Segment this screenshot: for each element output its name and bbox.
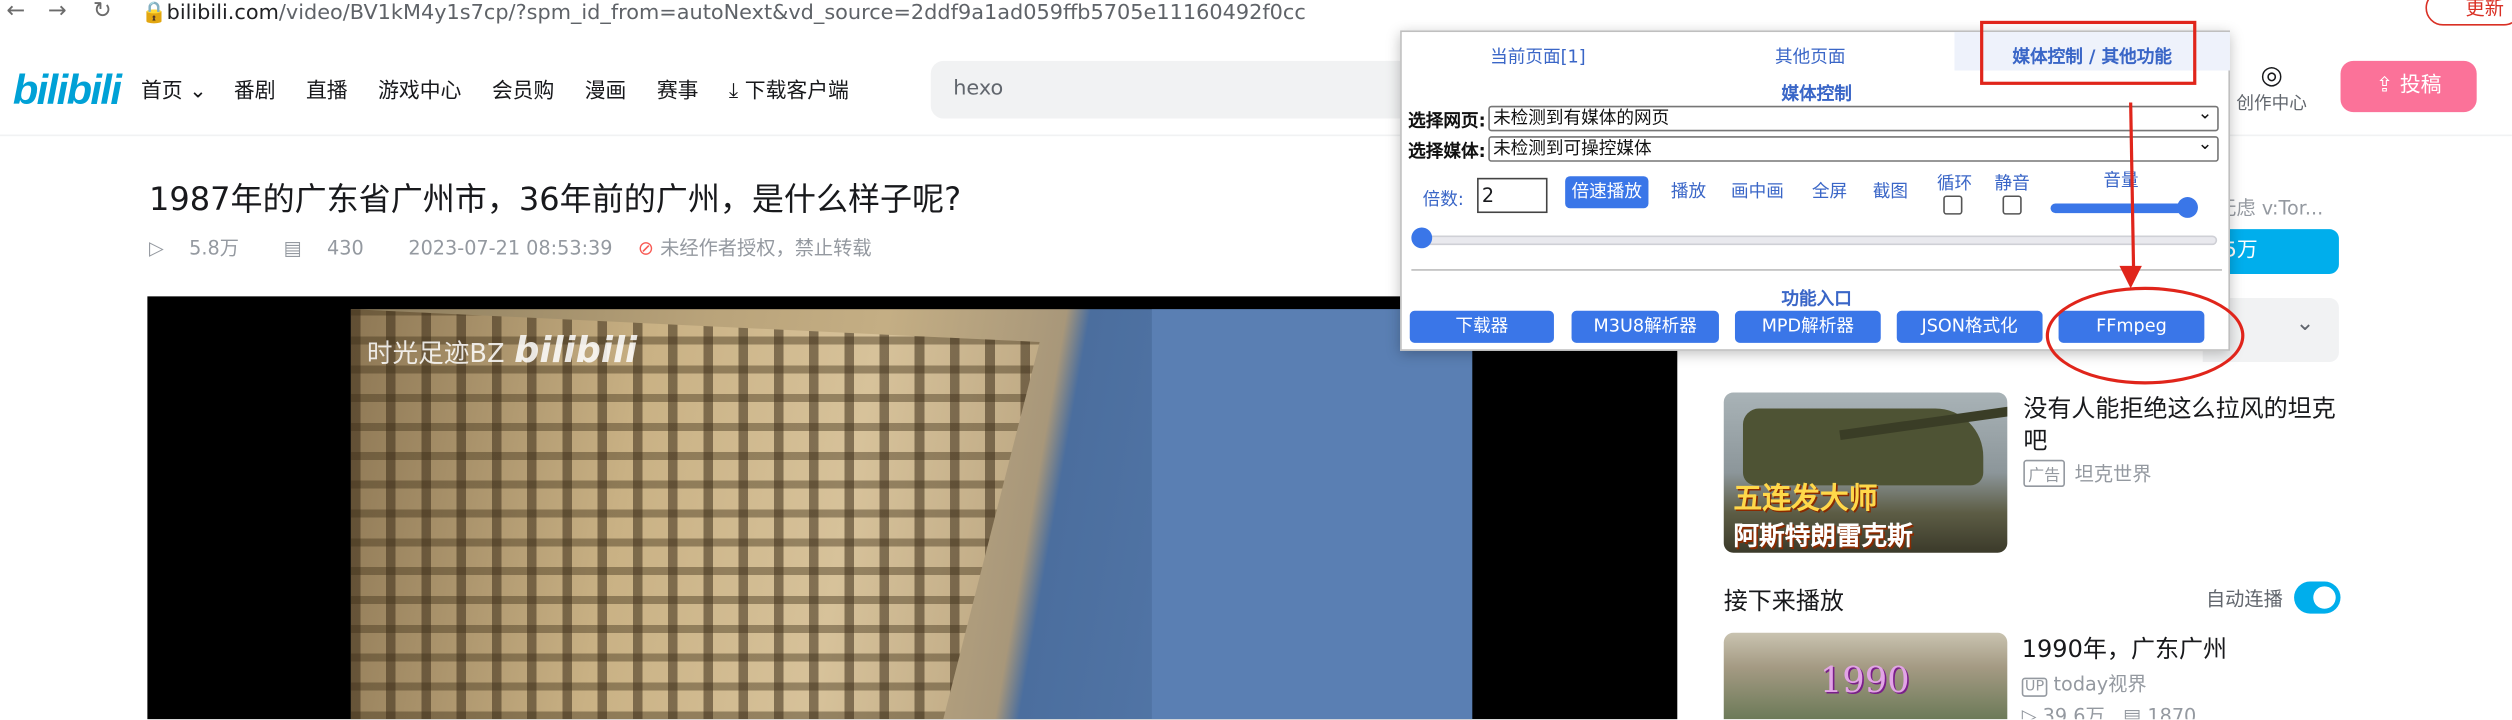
nav-download-client[interactable]: ⤓ 下载客户端	[729, 74, 849, 104]
select-media-dropdown[interactable]: 未检测到可操控媒体	[1488, 133, 2219, 162]
select-media-row: 选择媒体:	[1408, 138, 1486, 164]
divider	[1411, 269, 2222, 271]
tank-image	[1742, 408, 1984, 486]
uploader-info[interactable]: 无虑 v:Tor...	[2217, 194, 2323, 221]
m3u8-parser-button[interactable]: M3U8解析器	[1571, 310, 1719, 343]
nav-live[interactable]: 直播	[306, 74, 348, 104]
post-button[interactable]: ⇪ 投稿	[2340, 60, 2477, 113]
ad-source: 广告 坦克世界	[2023, 459, 2152, 488]
tab-other-pages[interactable]: 其他页面	[1754, 43, 1866, 69]
url-host: bilibili.com	[166, 1, 279, 26]
loop-checkbox[interactable]	[1943, 195, 1963, 215]
progress-slider-thumb[interactable]	[1411, 227, 1433, 249]
video-meta: ▷ 5.8万 ▤ 430 2023-07-21 08:53:39 ⊘ 未经作者授…	[149, 234, 910, 261]
video-player[interactable]: 时光足迹BZ bilibili	[147, 296, 1678, 720]
rec-stats: ▷ 39.6万 ▤ 1870	[2021, 702, 2197, 720]
annotation-box	[1980, 20, 2197, 85]
video-watermark: 时光足迹BZ bilibili	[366, 331, 638, 372]
ad-thumb-line2: 阿斯特朗雷克斯	[1733, 520, 1913, 552]
danmaku-icon: ▤	[283, 237, 302, 260]
video-frame: 时光足迹BZ bilibili	[350, 309, 1473, 720]
select-media-label: 选择媒体:	[1408, 140, 1486, 162]
annotation-oval	[2045, 286, 2245, 385]
select-page-row: 选择网页:	[1408, 107, 1486, 133]
lightbulb-icon: ◎	[2260, 59, 2283, 90]
ad-tag: 广告	[2023, 459, 2065, 488]
screenshot-button[interactable]: 截图	[1866, 176, 1914, 208]
play-icon: ▷	[2021, 704, 2037, 720]
pip-button[interactable]: 画中画	[1725, 176, 1789, 208]
forbidden-icon: ⊘	[637, 237, 654, 260]
json-format-button[interactable]: JSON格式化	[1896, 310, 2043, 343]
ad-thumbnail[interactable]: 五连发大师 阿斯特朗雷克斯	[1723, 392, 2008, 553]
forward-icon[interactable]: →	[48, 0, 67, 24]
mpd-parser-button[interactable]: MPD解析器	[1734, 310, 1881, 343]
volume-slider-thumb[interactable]	[2177, 197, 2198, 218]
view-count: ▷ 5.8万	[148, 237, 239, 260]
ad-title[interactable]: 没有人能拒绝这么拉风的坦克吧	[2023, 392, 2343, 456]
downloader-button[interactable]: 下载器	[1409, 310, 1554, 343]
volume-slider[interactable]	[2050, 203, 2192, 214]
back-icon[interactable]: ←	[6, 0, 25, 24]
url-path: /video/BV1kM4y1s7cp/?spm_id_from=autoNex…	[278, 1, 1306, 26]
rate-input[interactable]: 2	[1477, 177, 1548, 214]
ad-card[interactable]: 五连发大师 阿斯特朗雷克斯 没有人能拒绝这么拉风的坦克吧 广告 坦克世界	[1723, 392, 2339, 553]
fullscreen-button[interactable]: 全屏	[1805, 176, 1853, 208]
mute-label: 静音	[1994, 173, 2030, 194]
autoplay-toggle[interactable]	[2294, 581, 2341, 614]
nav-vip-shop[interactable]: 会员购	[492, 74, 555, 104]
reload-icon[interactable]: ↻	[93, 0, 112, 24]
up-next-header: 接下来播放	[1723, 586, 1844, 616]
video-title: 1987年的广东省广州市，36年前的广州，是什么样子呢?	[148, 179, 962, 218]
sky	[1151, 309, 1473, 720]
nav-esports[interactable]: 赛事	[657, 74, 699, 104]
loop-label: 循环	[1936, 173, 1973, 194]
mute-checkbox[interactable]	[2002, 195, 2022, 215]
url-field[interactable]: 🔒bilibili.com/video/BV1kM4y1s7cp/?spm_id…	[141, 2, 2079, 28]
rec-thumb-text: 1990	[1819, 661, 1910, 702]
play-button[interactable]: 播放	[1664, 176, 1712, 208]
nav-game-center[interactable]: 游戏中心	[378, 74, 461, 104]
play-icon: ▷	[148, 237, 164, 260]
autoplay-label: 自动连播	[2205, 587, 2283, 611]
rec-title[interactable]: 1990年，广东广州	[2022, 631, 2227, 665]
update-label: 更新	[2465, 0, 2504, 20]
progress-slider[interactable]	[1420, 235, 2218, 246]
speed-play-button[interactable]: 倍速播放	[1565, 176, 1649, 209]
nav-anime[interactable]: 番剧	[234, 74, 276, 104]
nav-home[interactable]: 首页 ⌄	[141, 74, 207, 104]
up-icon: UP	[2021, 677, 2048, 697]
tab-current-page[interactable]: 当前页面[1]	[1466, 43, 1610, 69]
upload-icon: ⇪	[2375, 73, 2394, 98]
danmaku-icon: ▤	[2123, 704, 2142, 720]
ad-thumb-line1: 五连发大师	[1733, 482, 1878, 516]
search-input[interactable]: hexo	[930, 60, 1412, 119]
rec-thumbnail[interactable]: 1990	[1723, 632, 2008, 720]
annotation-arrow-head	[2119, 265, 2142, 289]
select-page-label: 选择网页:	[1408, 110, 1486, 132]
rate-label: 倍数:	[1422, 189, 1464, 210]
chevron-down-icon: ⌄	[2295, 310, 2315, 337]
rec-uploader[interactable]: UP today视界	[2021, 670, 2147, 697]
download-icon: ⤓	[728, 80, 739, 105]
chevron-down-icon: ⌄	[189, 80, 207, 105]
danmaku-count: ▤ 430	[283, 237, 364, 260]
copyright-notice: ⊘ 未经作者授权，禁止转载	[637, 237, 872, 260]
nav-manga[interactable]: 漫画	[585, 74, 627, 104]
lock-icon: 🔒	[140, 1, 167, 26]
publish-date: 2023-07-21 08:53:39	[408, 237, 613, 260]
bilibili-logo[interactable]: bilibili	[13, 66, 122, 116]
follow-button[interactable]: 5万	[2217, 229, 2339, 274]
creator-label: 创作中心	[2236, 92, 2307, 114]
select-page-dropdown[interactable]: 未检测到有媒体的网页	[1488, 103, 2219, 132]
update-button[interactable]: 更新	[2425, 0, 2512, 26]
creator-center[interactable]: ◎ 创作中心	[2230, 59, 2313, 115]
